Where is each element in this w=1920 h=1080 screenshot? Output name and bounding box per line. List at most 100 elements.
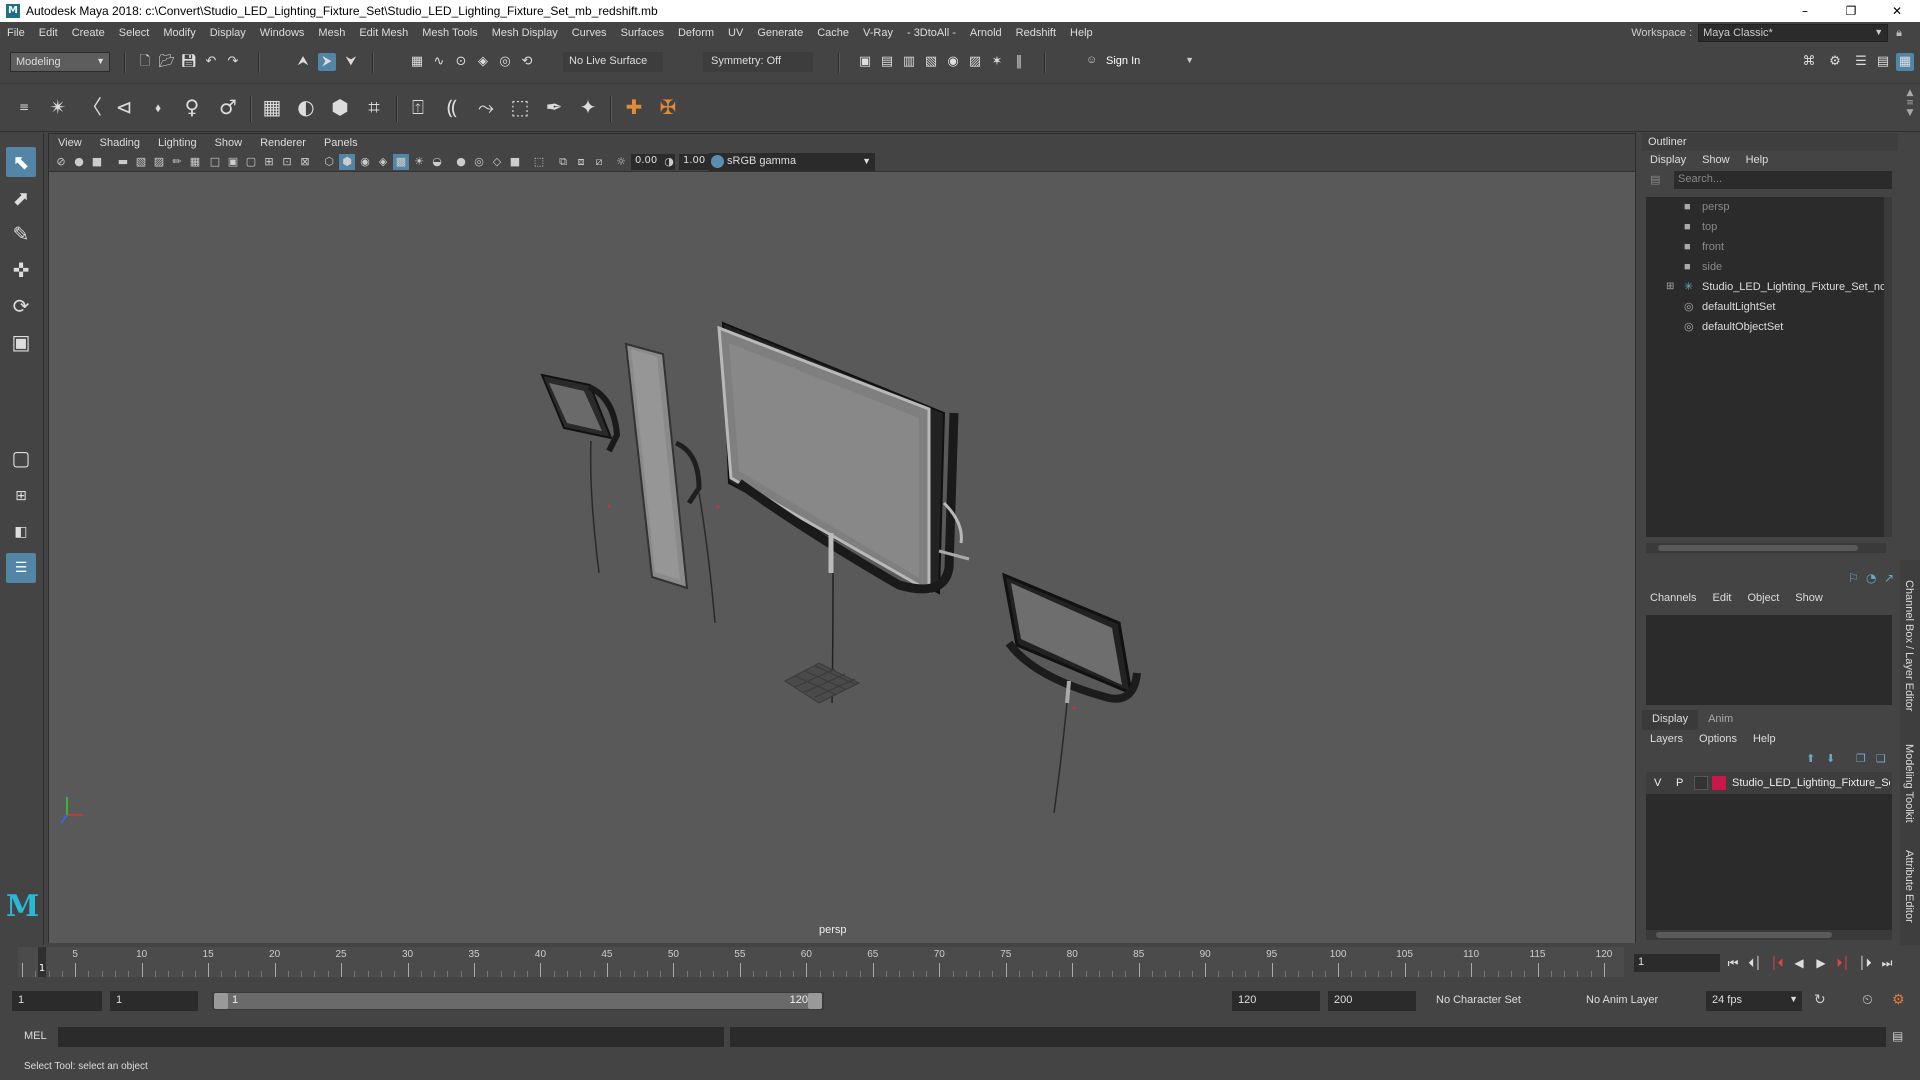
menu-mesh[interactable]: Mesh [311, 27, 352, 39]
animation-prefs-icon[interactable]: ⚙ [1892, 992, 1905, 1008]
channel-menu-show[interactable]: Show [1787, 592, 1831, 604]
viewport-menu-shading[interactable]: Shading [91, 137, 149, 149]
menu-redshift[interactable]: Redshift [1009, 27, 1063, 39]
tab-attribute-editor[interactable]: Attribute Editor [1903, 850, 1915, 923]
outliner-layout-icon[interactable]: ☰ [6, 553, 36, 583]
camera-attributes-icon[interactable]: ■ [89, 154, 105, 170]
current-time-marker[interactable]: 1 [38, 947, 46, 977]
outliner-item[interactable]: ◎ defaultObjectSet [1646, 317, 1886, 337]
four-view-layout-icon[interactable]: ⊞ [6, 481, 36, 511]
layer-display-type-toggle[interactable] [1694, 776, 1708, 790]
tool-settings-icon[interactable]: ☰ [1852, 53, 1870, 71]
field-chart-icon[interactable]: ⊞ [261, 154, 277, 170]
layer-color-swatch[interactable] [1712, 776, 1726, 790]
layer-menu-layers[interactable]: Layers [1642, 733, 1691, 745]
menu-cache[interactable]: Cache [810, 27, 856, 39]
select-object-icon[interactable]: ⮞ [318, 53, 336, 71]
step-forward-key-icon[interactable]: ⏵│ [1832, 953, 1854, 973]
snap-together-icon[interactable]: ⟲ [518, 53, 536, 71]
bind-skin-icon[interactable]: ⬪ [144, 93, 172, 121]
loop-icon[interactable]: ↻ [1814, 992, 1826, 1008]
range-end-handle[interactable] [808, 993, 822, 1009]
tab-display[interactable]: Display [1642, 710, 1699, 730]
channel-menu-object[interactable]: Object [1739, 592, 1787, 604]
menu-help[interactable]: Help [1063, 27, 1100, 39]
new-layer-from-selected-icon[interactable]: ❑ [1876, 752, 1886, 765]
snap-grid-icon[interactable]: ▦ [408, 53, 426, 71]
layer-menu-options[interactable]: Options [1691, 733, 1745, 745]
hyperbolic-icon[interactable]: ↗ [1884, 571, 1894, 585]
save-scene-icon[interactable]: 💾︎ [180, 53, 198, 71]
select-tool-icon[interactable]: ⬉ [6, 147, 36, 177]
smooth-shade-icon[interactable]: ⬢ [339, 154, 355, 170]
menu-uv[interactable]: UV [721, 27, 750, 39]
image-plane-icon[interactable]: ▧ [133, 154, 149, 170]
step-back-key-icon[interactable]: │⏴ [1766, 953, 1788, 973]
auto-key-icon[interactable]: ⏲ [1862, 992, 1873, 1008]
current-frame-field[interactable]: 1 [1634, 954, 1720, 972]
pause-viewport-icon[interactable]: ‖ [1010, 53, 1028, 71]
channel-menu-channels[interactable]: Channels [1642, 592, 1704, 604]
camera-exposure-icon[interactable]: ⧄ [591, 154, 607, 170]
select-camera-icon[interactable]: ⊘ [53, 154, 69, 170]
render-frame-icon[interactable]: ▤ [878, 53, 896, 71]
maximize-button[interactable]: ❐ [1828, 0, 1874, 22]
tall-led-panel[interactable] [624, 342, 720, 624]
render-view-icon[interactable]: ▣ [856, 53, 874, 71]
undo-icon[interactable]: ↶ [202, 53, 220, 71]
workspace-dropdown[interactable]: Maya Classic* ▼ [1698, 24, 1889, 42]
constraint-icon[interactable]: ✠ [654, 93, 682, 121]
symmetry-dropdown[interactable]: Symmetry: Off [703, 52, 813, 72]
menu-arnold[interactable]: Arnold [963, 27, 1009, 39]
ipr-render-icon[interactable]: ▥ [900, 53, 918, 71]
light-editor-icon[interactable]: ✶ [988, 53, 1006, 71]
sculpt-deformer-icon[interactable]: ✦ [574, 93, 602, 121]
menu-windows[interactable]: Windows [253, 27, 312, 39]
small-led-panel-right[interactable] [1002, 572, 1141, 814]
ik-handle-icon[interactable]: 〈 [78, 93, 106, 121]
default-material-icon[interactable]: ◉ [357, 154, 373, 170]
snap-point-icon[interactable]: ⊙ [452, 53, 470, 71]
viewport-menu-lighting[interactable]: Lighting [149, 137, 206, 149]
wrap-deformer-icon[interactable]: ⬚ [506, 93, 534, 121]
xray-active-components-icon[interactable]: ⧈ [573, 154, 589, 170]
screen-space-ao-icon[interactable]: ● [453, 154, 469, 170]
close-button[interactable]: ✕ [1874, 0, 1920, 22]
mel-label[interactable]: MEL [24, 1030, 47, 1042]
range-start-handle[interactable] [214, 993, 228, 1009]
persp-outliner-layout-icon[interactable]: ◧ [6, 517, 36, 547]
motion-blur-icon[interactable]: ◎ [471, 154, 487, 170]
gate-mask-icon[interactable]: ▢ [243, 154, 259, 170]
menu-deform[interactable]: Deform [671, 27, 721, 39]
select-hierarchy-icon[interactable]: ⮝ [294, 53, 312, 71]
outliner-item[interactable]: ■ persp [1646, 197, 1886, 217]
viewport-menu-show[interactable]: Show [206, 137, 252, 149]
lattice-icon[interactable]: ⌗ [360, 93, 388, 121]
sign-in-button[interactable]: ☺ Sign In ▼ [1082, 52, 1200, 72]
go-to-start-icon[interactable]: ⏮ [1722, 953, 1744, 973]
outliner-item[interactable]: ■ side [1646, 257, 1886, 277]
large-led-panel[interactable] [717, 321, 970, 704]
shelf-options-icon[interactable]: ≡ [10, 93, 38, 121]
cluster-icon[interactable]: ⍐ [404, 93, 432, 121]
speed-icon[interactable]: ◔ [1866, 571, 1876, 585]
menu-mesh-display[interactable]: Mesh Display [485, 27, 565, 39]
new-layer-icon[interactable]: ❐ [1856, 752, 1866, 765]
play-backwards-icon[interactable]: ◀ [1788, 953, 1810, 973]
menu-generate[interactable]: Generate [750, 27, 810, 39]
exposure-icon[interactable]: ☼ [613, 154, 629, 170]
minimize-button[interactable]: – [1782, 0, 1828, 22]
grease-pencil-icon[interactable]: ✏ [169, 154, 185, 170]
layer-horizontal-scrollbar[interactable] [1646, 930, 1892, 940]
manipulator-icon[interactable]: ⚐ [1848, 571, 1859, 585]
menu-curves[interactable]: Curves [565, 27, 614, 39]
anim-layer-dropdown[interactable]: No Anim Layer [1580, 991, 1690, 1011]
wireframe-icon[interactable]: ⬡ [321, 154, 337, 170]
move-layer-up-icon[interactable]: ⬆ [1806, 752, 1815, 765]
menu-select[interactable]: Select [112, 27, 157, 39]
layer-menu-help[interactable]: Help [1745, 733, 1784, 745]
xray-icon[interactable]: ▩ [393, 154, 409, 170]
modeling-toolkit-icon[interactable]: ⌘ [1800, 53, 1818, 71]
step-back-frame-icon[interactable]: ⏴│ [1744, 953, 1766, 973]
expand-icon[interactable]: ⊞ [1666, 277, 1678, 297]
